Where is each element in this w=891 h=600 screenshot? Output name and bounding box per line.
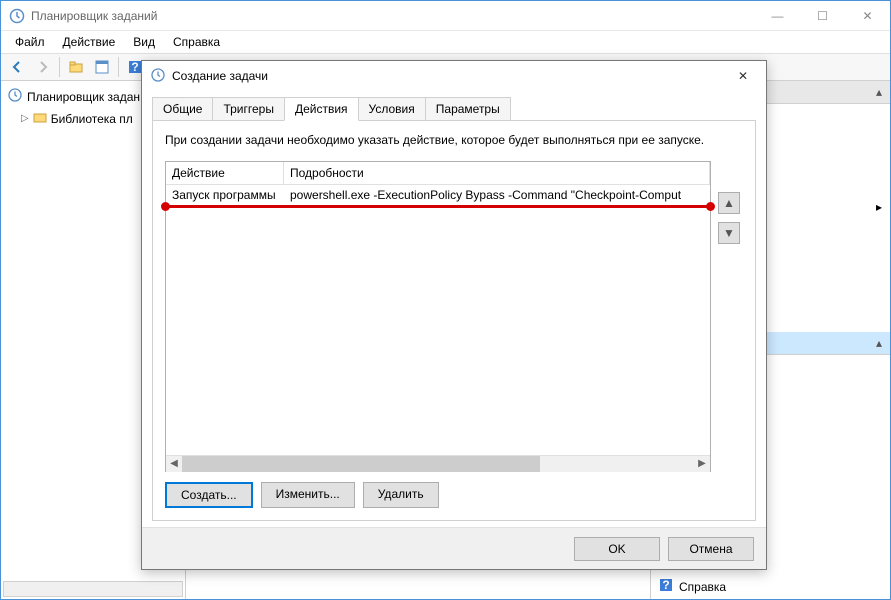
tab-triggers[interactable]: Триггеры — [212, 97, 285, 120]
tree-scrollbar[interactable] — [3, 581, 183, 597]
tree-root-label: Планировщик задан — [27, 90, 140, 104]
list-header: Действие Подробности — [166, 162, 710, 185]
scroll-thumb[interactable] — [182, 456, 540, 472]
menu-help[interactable]: Справка — [165, 33, 228, 51]
move-up-button[interactable]: ▲ — [718, 192, 740, 214]
tab-strip: Общие Триггеры Действия Условия Параметр… — [142, 91, 766, 120]
dialog-titlebar[interactable]: Создание задачи ✕ — [142, 61, 766, 91]
folder-button[interactable] — [64, 55, 88, 79]
window-controls: — ☐ ✕ — [755, 2, 890, 30]
column-details[interactable]: Подробности — [284, 162, 710, 184]
scroll-right-button[interactable]: ▶ — [694, 456, 710, 472]
actions-list[interactable]: Действие Подробности Запуск программы po… — [165, 161, 711, 472]
cancel-button[interactable]: Отмена — [668, 537, 754, 561]
reorder-buttons: ▲ ▼ — [718, 192, 740, 244]
scroll-track[interactable] — [182, 456, 694, 472]
tab-actions[interactable]: Действия — [284, 97, 359, 121]
maximize-button[interactable]: ☐ — [800, 2, 845, 30]
create-button[interactable]: Создать... — [165, 482, 253, 508]
collapse-icon: ▴ — [876, 85, 882, 99]
help-item[interactable]: ? Справка — [651, 574, 890, 599]
svg-text:?: ? — [131, 60, 138, 74]
menubar: Файл Действие Вид Справка — [1, 31, 890, 53]
svg-text:?: ? — [662, 578, 669, 592]
row-action: Запуск программы — [166, 185, 284, 205]
app-icon — [9, 8, 25, 24]
tab-conditions[interactable]: Условия — [358, 97, 426, 120]
scroll-left-button[interactable]: ◀ — [166, 456, 182, 472]
panel-button[interactable] — [90, 55, 114, 79]
tab-description: При создании задачи необходимо указать д… — [165, 133, 743, 147]
separator — [118, 57, 119, 77]
back-button[interactable] — [5, 55, 29, 79]
delete-button[interactable]: Удалить — [363, 482, 439, 508]
move-down-button[interactable]: ▼ — [718, 222, 740, 244]
horizontal-scrollbar[interactable]: ◀ ▶ — [166, 455, 710, 471]
tab-general[interactable]: Общие — [152, 97, 213, 120]
row-details: powershell.exe -ExecutionPolicy Bypass -… — [284, 185, 710, 205]
forward-button[interactable] — [31, 55, 55, 79]
separator — [59, 57, 60, 77]
chevron-right-icon: ▷ — [21, 113, 29, 124]
titlebar: Планировщик заданий — ☐ ✕ — [1, 1, 890, 31]
folder-icon — [33, 110, 47, 127]
edit-button[interactable]: Изменить... — [261, 482, 355, 508]
dialog-close-button[interactable]: ✕ — [728, 64, 758, 88]
window-title: Планировщик заданий — [31, 9, 755, 23]
chevron-right-icon: ▸ — [876, 200, 882, 214]
help-icon: ? — [659, 578, 673, 595]
help-label: Справка — [679, 580, 726, 594]
menu-file[interactable]: Файл — [7, 33, 53, 51]
annotation-highlight — [165, 205, 711, 208]
menu-action[interactable]: Действие — [55, 33, 124, 51]
dialog-footer: OK Отмена — [142, 527, 766, 569]
menu-view[interactable]: Вид — [125, 33, 163, 51]
create-task-dialog: Создание задачи ✕ Общие Триггеры Действи… — [141, 60, 767, 570]
column-action[interactable]: Действие — [166, 162, 284, 184]
tab-content: При создании задачи необходимо указать д… — [152, 120, 756, 521]
close-button[interactable]: ✕ — [845, 2, 890, 30]
action-buttons: Создать... Изменить... Удалить — [165, 472, 743, 508]
minimize-button[interactable]: — — [755, 2, 800, 30]
list-row[interactable]: Запуск программы powershell.exe -Executi… — [166, 185, 710, 205]
collapse-icon: ▴ — [876, 336, 882, 350]
ok-button[interactable]: OK — [574, 537, 660, 561]
clock-icon — [7, 87, 23, 106]
dialog-title: Создание задачи — [172, 69, 728, 83]
task-scheduler-window: Планировщик заданий — ☐ ✕ Файл Действие … — [0, 0, 891, 600]
dialog-icon — [150, 67, 166, 86]
tab-settings[interactable]: Параметры — [425, 97, 511, 120]
tree-library-label: Библиотека пл — [51, 112, 133, 126]
